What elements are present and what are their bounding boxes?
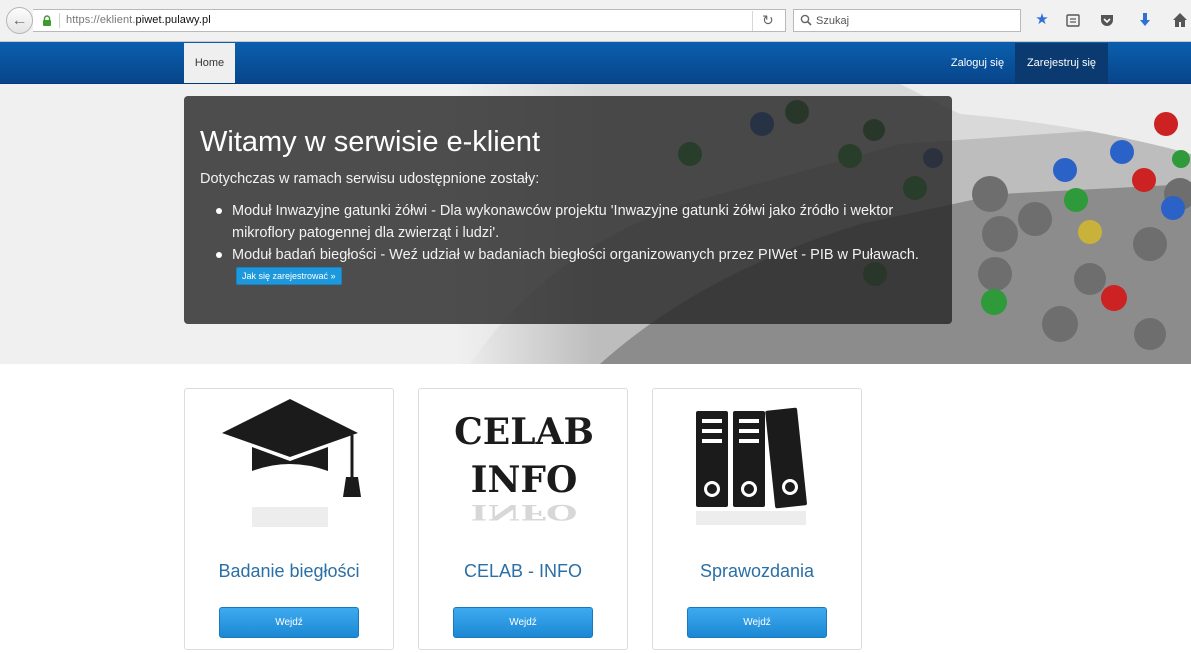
list-item: Moduł Inwazyjne gatunki żółwi - Dla wyko… (216, 200, 936, 244)
url-divider (752, 11, 753, 31)
card-celab-info: CELAB INFO INFO CELAB - INFO Wejdź (418, 388, 628, 650)
browser-toolbar: ← https://eklient.piwet.pulawy.pl ↻ ★ (0, 0, 1191, 42)
reading-list-icon[interactable] (1064, 11, 1082, 29)
lock-icon (43, 15, 51, 26)
enter-button[interactable]: Wejdź (453, 607, 593, 638)
welcome-panel: Witamy w serwisie e-klient Dotychczas w … (184, 96, 952, 324)
binders-icon (696, 407, 807, 525)
enter-button[interactable]: Wejdź (219, 607, 359, 638)
card-reports: Sprawozdania Wejdź (652, 388, 862, 650)
bookmark-star-icon[interactable]: ★ (1033, 11, 1051, 29)
card-title: Badanie biegłości (218, 561, 360, 581)
graduation-cap-icon (222, 399, 361, 527)
welcome-lead: Dotychczas w ramach serwisu udostępnione… (200, 171, 540, 187)
search-input[interactable] (816, 12, 1016, 29)
nav-home-link[interactable]: Home (184, 43, 235, 83)
logo-line: INFO (470, 459, 578, 501)
enter-button[interactable]: Wejdź (687, 607, 827, 638)
hero-section: Witamy w serwisie e-klient Dotychczas w … (0, 84, 1191, 364)
back-arrow-icon[interactable]: ← (6, 7, 33, 34)
download-arrow-icon[interactable] (1136, 11, 1154, 29)
how-to-register-button[interactable]: Jak się zarejestrować » (236, 267, 342, 285)
card-title: CELAB - INFO (463, 561, 583, 581)
reload-icon[interactable]: ↻ (762, 12, 774, 29)
card-title: Sprawozdania (699, 561, 815, 581)
welcome-title: Witamy w serwisie e-klient (200, 126, 540, 158)
celab-info-logo: CELAB INFO INFO (444, 397, 604, 527)
logo-line: CELAB (454, 411, 594, 453)
modules-list: Moduł Inwazyjne gatunki żółwi - Dla wyko… (216, 200, 936, 288)
search-icon (800, 14, 812, 26)
search-box[interactable] (793, 9, 1021, 32)
url-text[interactable]: https://eklient.piwet.pulawy.pl (66, 14, 211, 26)
nav-register-link[interactable]: Zarejestruj się (1015, 43, 1108, 83)
site-navbar: Home Zaloguj się Zarejestruj się (0, 42, 1191, 84)
nav-login-link[interactable]: Zaloguj się (940, 43, 1015, 83)
pocket-icon[interactable] (1098, 11, 1116, 29)
logo-reflection: INFO (470, 499, 578, 525)
list-item: Moduł badań biegłości - Weź udział w bad… (216, 244, 936, 288)
home-icon[interactable] (1171, 11, 1189, 29)
card-proficiency-testing: Badanie biegłości Wejdź (184, 388, 394, 650)
address-bar[interactable]: https://eklient.piwet.pulawy.pl ↻ (33, 9, 786, 32)
url-separator (59, 13, 60, 28)
